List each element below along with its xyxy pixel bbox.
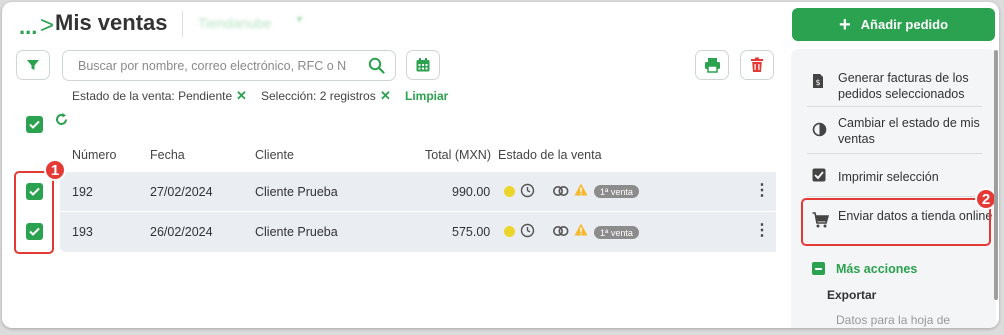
divider	[807, 106, 982, 107]
trash-icon	[751, 57, 763, 72]
date-filter-button[interactable]	[406, 50, 440, 80]
link-icon	[552, 184, 570, 203]
invoice-icon: $	[812, 73, 824, 94]
clock-icon	[520, 223, 535, 243]
svg-text:$: $	[815, 78, 820, 87]
order-total: 575.00	[452, 225, 491, 239]
calendar-icon	[416, 58, 430, 72]
checkbox-icon	[812, 168, 826, 187]
side-panel-scrollbar[interactable]	[994, 50, 998, 300]
clock-icon	[520, 183, 535, 203]
menu-item-print-selection[interactable]: Imprimir selección	[838, 169, 939, 185]
search-icon[interactable]	[368, 57, 385, 79]
row-more-options-icon[interactable]: ⋮	[754, 223, 770, 239]
more-actions-toggle[interactable]: Más acciones	[836, 262, 917, 276]
column-header-total[interactable]: Total (MXN)	[425, 148, 491, 162]
app-window: ... > Mis ventas Tiendanube ▼ + Añadir p…	[2, 2, 999, 328]
order-number[interactable]: 192	[72, 185, 93, 199]
first-sale-badge: 1ª venta	[594, 226, 639, 239]
column-header-number[interactable]: Número	[72, 148, 116, 162]
refresh-icon[interactable]	[54, 112, 69, 132]
filter-icon	[27, 60, 39, 70]
order-number[interactable]: 193	[72, 225, 93, 239]
state-filter-chip: Estado de la venta: Pendiente	[72, 89, 233, 103]
menu-item-generate-invoices[interactable]: Generar facturas de los pedidos seleccio…	[838, 70, 999, 102]
pending-status-dot	[504, 226, 515, 237]
store-selector[interactable]: Tiendanube	[198, 15, 271, 31]
link-icon	[552, 224, 570, 243]
add-order-label: Añadir pedido	[860, 17, 949, 32]
plus-icon: +	[838, 13, 851, 36]
print-button[interactable]	[695, 50, 729, 80]
column-header-client[interactable]: Cliente	[255, 148, 294, 162]
chevron-down-icon[interactable]: ▼	[294, 14, 305, 26]
divider	[807, 196, 982, 197]
add-order-button[interactable]: + Añadir pedido	[792, 8, 995, 41]
annotation-highlight-send-store	[801, 198, 991, 246]
menu-item-change-status[interactable]: Cambiar el estado de mis ventas	[838, 115, 999, 147]
collapse-more-actions-icon[interactable]	[812, 262, 825, 275]
annotation-highlight-checkboxes	[14, 171, 54, 254]
printer-icon	[704, 58, 720, 73]
breadcrumb-arrow-icon: >	[40, 12, 55, 39]
order-date: 26/02/2024	[150, 225, 213, 239]
check-icon	[29, 120, 40, 129]
filter-button[interactable]	[16, 50, 50, 80]
selection-filter-chip: Selección: 2 registros	[261, 89, 376, 103]
search-input[interactable]	[78, 57, 346, 75]
remove-state-filter-icon[interactable]: ✕	[236, 88, 247, 104]
export-spreadsheet-item[interactable]: Datos para la hoja de	[836, 313, 950, 327]
order-client: Cliente Prueba	[255, 225, 338, 239]
row-more-options-icon[interactable]: ⋮	[754, 183, 770, 199]
half-circle-icon	[812, 122, 827, 142]
export-heading: Exportar	[827, 288, 877, 302]
page-title: Mis ventas	[55, 10, 168, 35]
title-divider	[182, 11, 183, 37]
annotation-step-1: 1	[44, 159, 66, 181]
warning-icon	[574, 183, 588, 201]
breadcrumb-back[interactable]: ...	[19, 14, 37, 40]
pending-status-dot	[504, 186, 515, 197]
order-client: Cliente Prueba	[255, 185, 338, 199]
warning-icon	[574, 223, 588, 241]
column-header-date[interactable]: Fecha	[150, 148, 185, 162]
divider	[807, 153, 982, 154]
search-field[interactable]	[62, 50, 396, 81]
delete-button[interactable]	[740, 50, 774, 80]
column-header-status[interactable]: Estado de la venta	[498, 148, 602, 162]
clear-filters-link[interactable]: Limpiar	[405, 89, 448, 103]
order-date: 27/02/2024	[150, 185, 213, 199]
remove-selection-filter-icon[interactable]: ✕	[380, 88, 391, 104]
select-all-checkbox[interactable]	[26, 116, 43, 133]
first-sale-badge: 1ª venta	[594, 185, 639, 198]
order-total: 990.00	[452, 185, 491, 199]
